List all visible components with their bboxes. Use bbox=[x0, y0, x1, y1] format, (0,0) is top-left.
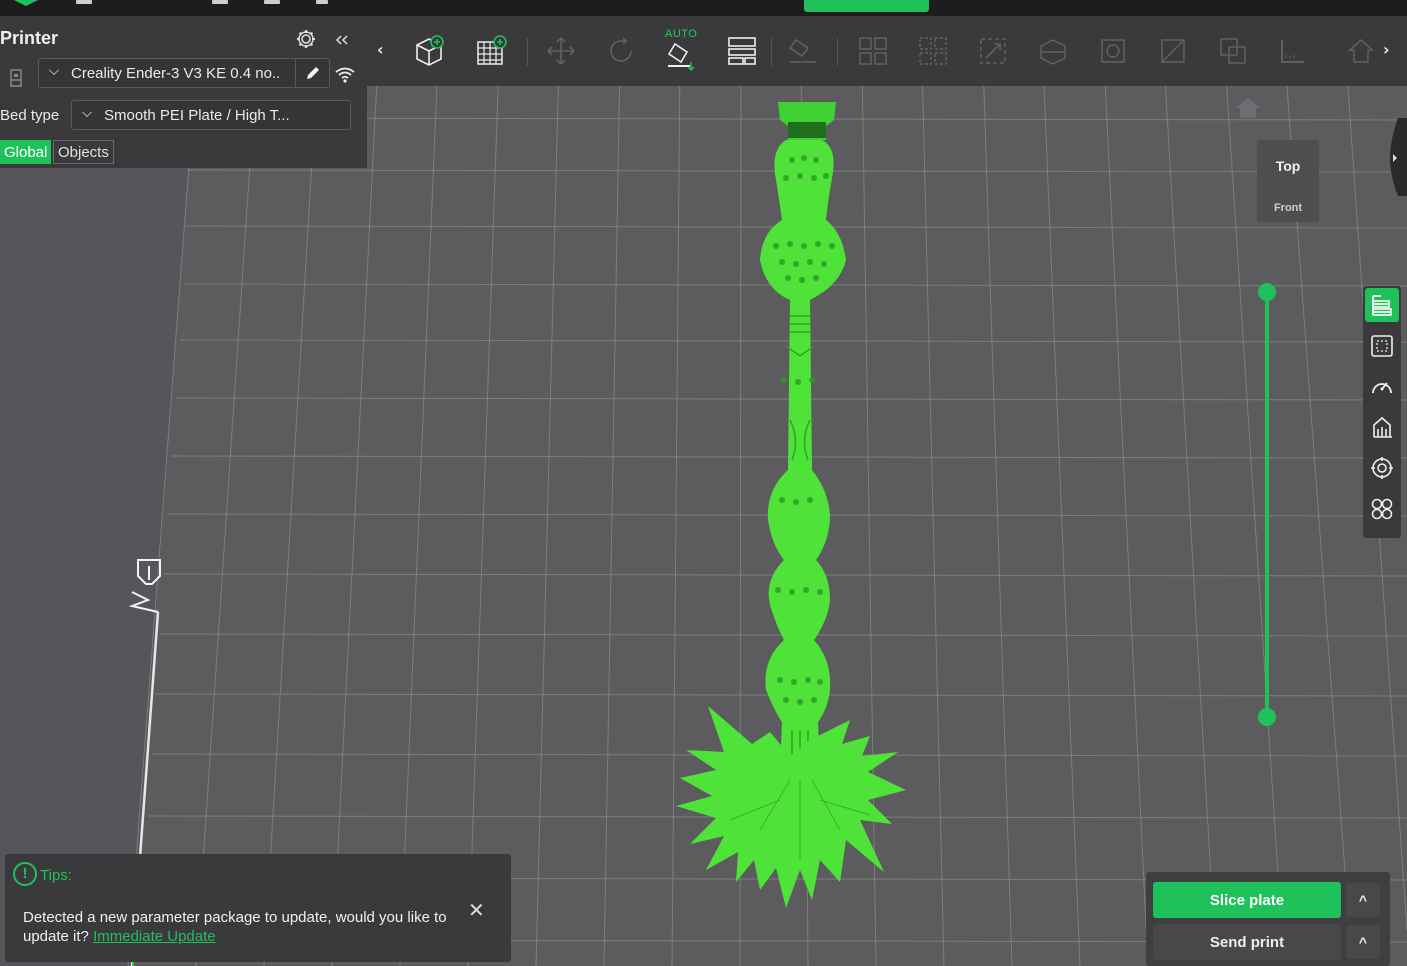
boolean-button[interactable] bbox=[1215, 33, 1251, 69]
printer-edit-button[interactable] bbox=[295, 59, 329, 87]
slicer-app: Printer Creality Ender-3 V3 KE 0.4 no.. bbox=[0, 0, 1407, 966]
send-print-button[interactable]: Send print bbox=[1153, 924, 1341, 960]
boolean-icon bbox=[1220, 38, 1246, 64]
bed-type-select[interactable]: Smooth PEI Plate / High T... bbox=[71, 100, 351, 130]
save-icon[interactable] bbox=[212, 0, 228, 4]
bed-type-label: Bed type bbox=[0, 107, 60, 124]
scale-button[interactable] bbox=[975, 33, 1011, 69]
slice-plate-button[interactable]: Slice plate bbox=[1153, 882, 1341, 918]
tips-notification: ! Tips: ✕ Detected a new parameter packa… bbox=[5, 854, 511, 962]
support-paint-icon bbox=[1101, 39, 1125, 63]
split-parts-icon bbox=[919, 37, 947, 65]
cut-button[interactable] bbox=[1035, 33, 1071, 69]
slice-options-expand-button[interactable]: ^ bbox=[1346, 883, 1380, 917]
wifi-icon[interactable] bbox=[334, 66, 356, 84]
target-icon bbox=[1371, 457, 1393, 479]
chevron-down-icon bbox=[82, 107, 92, 117]
split-objects-icon bbox=[859, 37, 887, 65]
redo-icon[interactable] bbox=[316, 0, 328, 4]
scale-icon bbox=[980, 38, 1006, 64]
info-exclamation-icon: ! bbox=[13, 862, 37, 886]
target-button[interactable] bbox=[1365, 451, 1399, 485]
rotate-button[interactable] bbox=[603, 33, 639, 69]
lay-on-face-button[interactable] bbox=[785, 33, 821, 69]
send-options-expand-button[interactable]: ^ bbox=[1346, 925, 1380, 959]
toolbar-scroll-right-icon[interactable]: › bbox=[1383, 40, 1390, 59]
measure-button[interactable] bbox=[1275, 33, 1311, 69]
toolbar-separator bbox=[837, 38, 838, 66]
support-icon bbox=[1373, 416, 1392, 438]
add-plate-button[interactable] bbox=[473, 33, 509, 69]
chevron-down-icon bbox=[49, 65, 59, 75]
printer-select[interactable]: Creality Ender-3 V3 KE 0.4 no.. bbox=[38, 58, 330, 88]
auto-orient-icon bbox=[667, 42, 695, 72]
seam-paint-icon bbox=[1161, 39, 1185, 63]
tab-objects[interactable]: Objects bbox=[53, 140, 114, 164]
main-toolbar: ‹ AUTO › bbox=[367, 16, 1407, 86]
auto-orient-button[interactable] bbox=[663, 38, 699, 74]
menu-icon[interactable] bbox=[76, 0, 92, 4]
arrange-button[interactable] bbox=[724, 33, 760, 69]
printer-select-value: Creality Ender-3 V3 KE 0.4 no.. bbox=[71, 64, 281, 82]
add-object-icon bbox=[416, 35, 444, 66]
bed-type-select-value: Smooth PEI Plate / High T... bbox=[104, 106, 290, 124]
layer-slider-bottom-handle bbox=[1258, 708, 1276, 726]
assembly-button[interactable] bbox=[1343, 33, 1379, 69]
layer-view-button[interactable] bbox=[1365, 288, 1399, 322]
pencil-icon bbox=[306, 67, 319, 79]
cut-icon bbox=[1040, 39, 1066, 65]
split-parts-button[interactable] bbox=[915, 33, 951, 69]
printer-panel: Printer Creality Ender-3 V3 KE 0.4 no.. bbox=[0, 16, 367, 168]
prepare-tab-indicator[interactable] bbox=[804, 0, 929, 12]
view-tools-strip bbox=[1363, 286, 1401, 538]
printer-section-title: Printer bbox=[0, 28, 59, 48]
split-objects-button[interactable] bbox=[855, 33, 891, 69]
rotate-icon bbox=[610, 37, 632, 62]
immediate-update-link[interactable]: Immediate Update bbox=[93, 928, 216, 945]
support-paint-button[interactable] bbox=[1095, 33, 1131, 69]
tab-global[interactable]: Global bbox=[0, 140, 52, 164]
bounding-box-button[interactable] bbox=[1365, 329, 1399, 363]
view-cube-front-face[interactable]: Front bbox=[1257, 202, 1319, 212]
clover-icon bbox=[1371, 498, 1393, 520]
toolbar-separator bbox=[527, 38, 528, 66]
toolbar-separator bbox=[771, 38, 772, 66]
title-bar bbox=[0, 0, 1407, 16]
gear-icon[interactable] bbox=[295, 28, 317, 50]
view-cube-top-face[interactable]: Top bbox=[1257, 158, 1319, 174]
seam-paint-button[interactable] bbox=[1155, 33, 1191, 69]
collapse-double-chevron-icon[interactable] bbox=[335, 34, 349, 46]
support-button[interactable] bbox=[1365, 410, 1399, 444]
assembly-icon bbox=[1348, 38, 1374, 63]
speed-button[interactable] bbox=[1365, 370, 1399, 404]
move-icon bbox=[547, 37, 575, 65]
tips-message-text: Detected a new parameter package to upda… bbox=[23, 909, 447, 945]
bounding-box-icon bbox=[1371, 335, 1393, 357]
view-navigation-cube[interactable]: Top Front bbox=[1257, 140, 1319, 222]
add-object-button[interactable] bbox=[411, 33, 447, 69]
printer-icon bbox=[10, 69, 22, 87]
tips-title: Tips: bbox=[40, 867, 72, 884]
layer-slider-top-handle bbox=[1258, 283, 1276, 301]
toolbar-scroll-left-icon[interactable]: ‹ bbox=[377, 40, 384, 59]
measure-icon bbox=[1281, 40, 1304, 63]
speed-gauge-icon bbox=[1372, 382, 1392, 394]
lay-on-face-icon bbox=[788, 38, 816, 63]
add-plate-icon bbox=[477, 35, 507, 65]
layer-view-icon bbox=[1372, 295, 1392, 316]
app-logo-icon bbox=[14, 0, 38, 6]
arrange-icon bbox=[728, 37, 756, 65]
tips-message: Detected a new parameter package to upda… bbox=[23, 908, 473, 946]
move-button[interactable] bbox=[543, 33, 579, 69]
clover-button[interactable] bbox=[1365, 492, 1399, 526]
undo-icon[interactable] bbox=[264, 0, 280, 4]
